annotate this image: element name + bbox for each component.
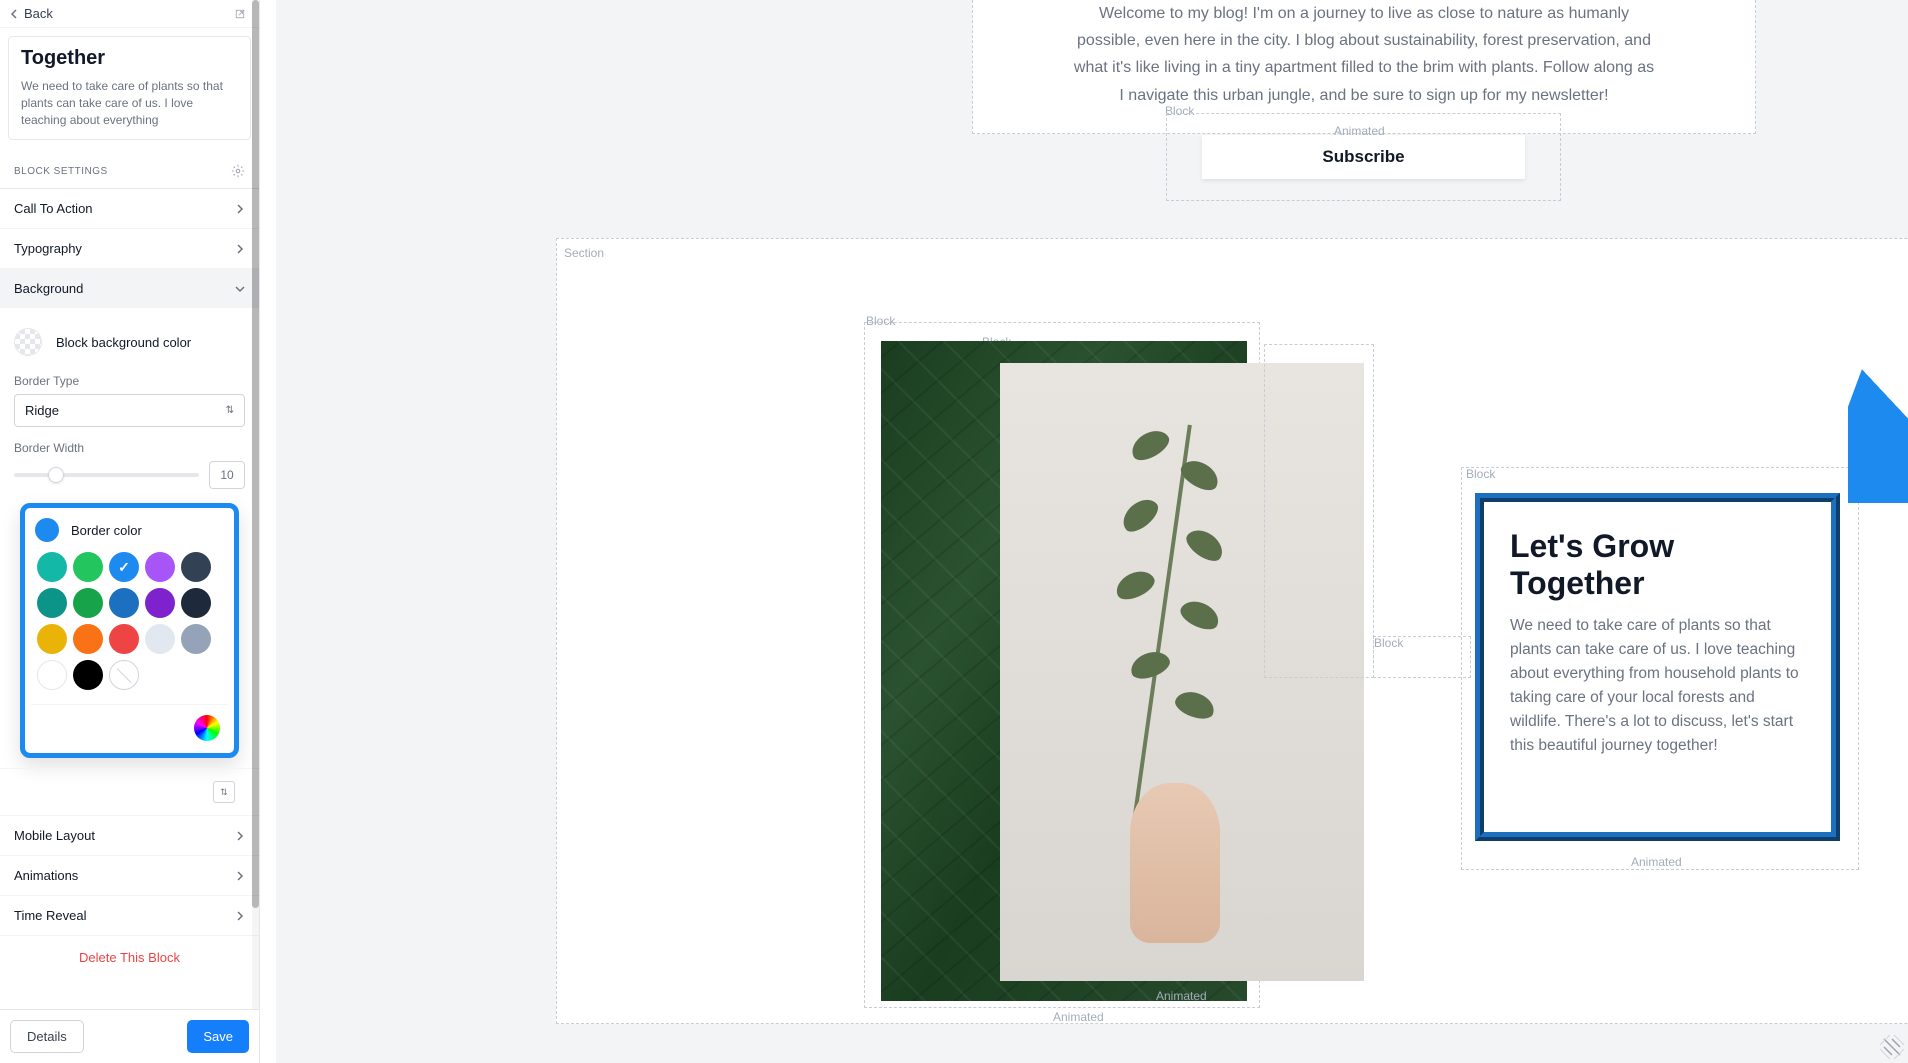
card-body: We need to take care of plants so that p… — [1510, 614, 1805, 758]
border-color-label: Border color — [71, 523, 142, 538]
background-panel: Block background color Border Type Ridge… — [0, 308, 259, 762]
hidden-select-row[interactable]: ⇅ — [0, 768, 259, 815]
block-settings-header: BLOCK SETTINGS — [0, 154, 259, 188]
color-purple-dark[interactable] — [145, 588, 175, 618]
color-palette — [37, 552, 224, 690]
subscribe-block[interactable]: Subscribe — [1166, 113, 1561, 201]
block-tag: Block — [1466, 467, 1495, 481]
image-block-2[interactable] — [1264, 344, 1374, 678]
border-type-value: Ridge — [25, 403, 59, 418]
border-width-label: Border Width — [14, 441, 245, 455]
accordion-time-reveal[interactable]: Time Reveal — [0, 895, 259, 935]
color-black[interactable] — [73, 660, 103, 690]
accordion-typography[interactable]: Typography — [0, 228, 259, 268]
border-width-slider[interactable] — [14, 473, 199, 477]
animated-tag: Animated — [1631, 855, 1682, 869]
border-width-value[interactable]: 10 — [209, 461, 245, 489]
border-type-label: Border Type — [14, 374, 245, 388]
block-tag: Block — [1374, 636, 1403, 650]
chevron-left-icon — [10, 9, 20, 19]
sidebar-scroll: Back Together We need to take care of pl… — [0, 0, 259, 1009]
color-red[interactable] — [109, 624, 139, 654]
select-updown-icon: ⇅ — [213, 781, 235, 803]
chevron-right-icon — [235, 244, 245, 254]
animated-tag: Animated — [1053, 1010, 1104, 1024]
select-updown-icon: ⇅ — [226, 406, 234, 416]
border-type-select[interactable]: Ridge ⇅ — [14, 394, 245, 427]
color-blue[interactable] — [109, 552, 139, 582]
color-slate[interactable] — [181, 552, 211, 582]
accordion-animations[interactable]: Animations — [0, 855, 259, 895]
color-yellow[interactable] — [37, 624, 67, 654]
color-gray[interactable] — [181, 624, 211, 654]
intro-text: Welcome to my blog! I'm on a journey to … — [1073, 0, 1655, 109]
save-button[interactable]: Save — [187, 1020, 249, 1053]
chevron-right-icon — [235, 204, 245, 214]
color-white[interactable] — [37, 660, 67, 690]
canvas[interactable]: Welcome to my blog! I'm on a journey to … — [276, 0, 1908, 1063]
border-color-popover: Border color — [20, 503, 239, 758]
subscribe-button[interactable]: Subscribe — [1202, 135, 1524, 179]
accordion-background[interactable]: Background — [0, 268, 259, 308]
sidebar-scrollbar[interactable] — [252, 0, 259, 1009]
animated-tag: Animated — [1156, 989, 1207, 1003]
current-color-swatch — [35, 518, 59, 542]
popout-icon[interactable] — [235, 9, 245, 19]
color-teal-dark[interactable] — [37, 588, 67, 618]
block-bg-color-row[interactable]: Block background color — [14, 318, 245, 374]
lets-grow-card[interactable]: Let's Grow Together We need to take care… — [1475, 493, 1840, 841]
color-green[interactable] — [73, 552, 103, 582]
divider — [31, 704, 228, 705]
color-blue-dark[interactable] — [109, 588, 139, 618]
chevron-right-icon — [235, 871, 245, 881]
custom-color-picker[interactable] — [194, 715, 220, 741]
color-none[interactable] — [109, 660, 139, 690]
accordion-mobile-layout[interactable]: Mobile Layout — [0, 815, 259, 855]
sidebar-footer: Details Save — [0, 1009, 259, 1063]
accordion-cta[interactable]: Call To Action — [0, 188, 259, 228]
chevron-right-icon — [235, 831, 245, 841]
gear-icon[interactable] — [231, 164, 245, 178]
section-tag: Section — [564, 246, 604, 260]
border-color-row[interactable]: Border color — [35, 518, 224, 542]
block-tag: Block — [866, 314, 895, 328]
preview-title: Together — [21, 47, 238, 70]
resize-handle-icon[interactable] — [1880, 1035, 1904, 1059]
details-button[interactable]: Details — [10, 1020, 84, 1053]
transparent-swatch-icon — [14, 328, 42, 356]
delete-block-button[interactable]: Delete This Block — [0, 935, 259, 979]
color-light-gray[interactable] — [145, 624, 175, 654]
color-green-dark[interactable] — [73, 588, 103, 618]
block-preview[interactable]: Together We need to take care of plants … — [8, 36, 251, 140]
color-orange[interactable] — [73, 624, 103, 654]
back-button[interactable]: Back — [0, 0, 259, 28]
sidebar: Back Together We need to take care of pl… — [0, 0, 260, 1063]
chevron-down-icon — [235, 284, 245, 294]
color-teal[interactable] — [37, 552, 67, 582]
preview-body: We need to take care of plants so that p… — [21, 78, 238, 128]
color-purple[interactable] — [145, 552, 175, 582]
back-label: Back — [24, 6, 53, 21]
chevron-right-icon — [235, 911, 245, 921]
card-title: Let's Grow Together — [1510, 528, 1805, 602]
color-slate-dark[interactable] — [181, 588, 211, 618]
block-bg-label: Block background color — [56, 335, 191, 350]
